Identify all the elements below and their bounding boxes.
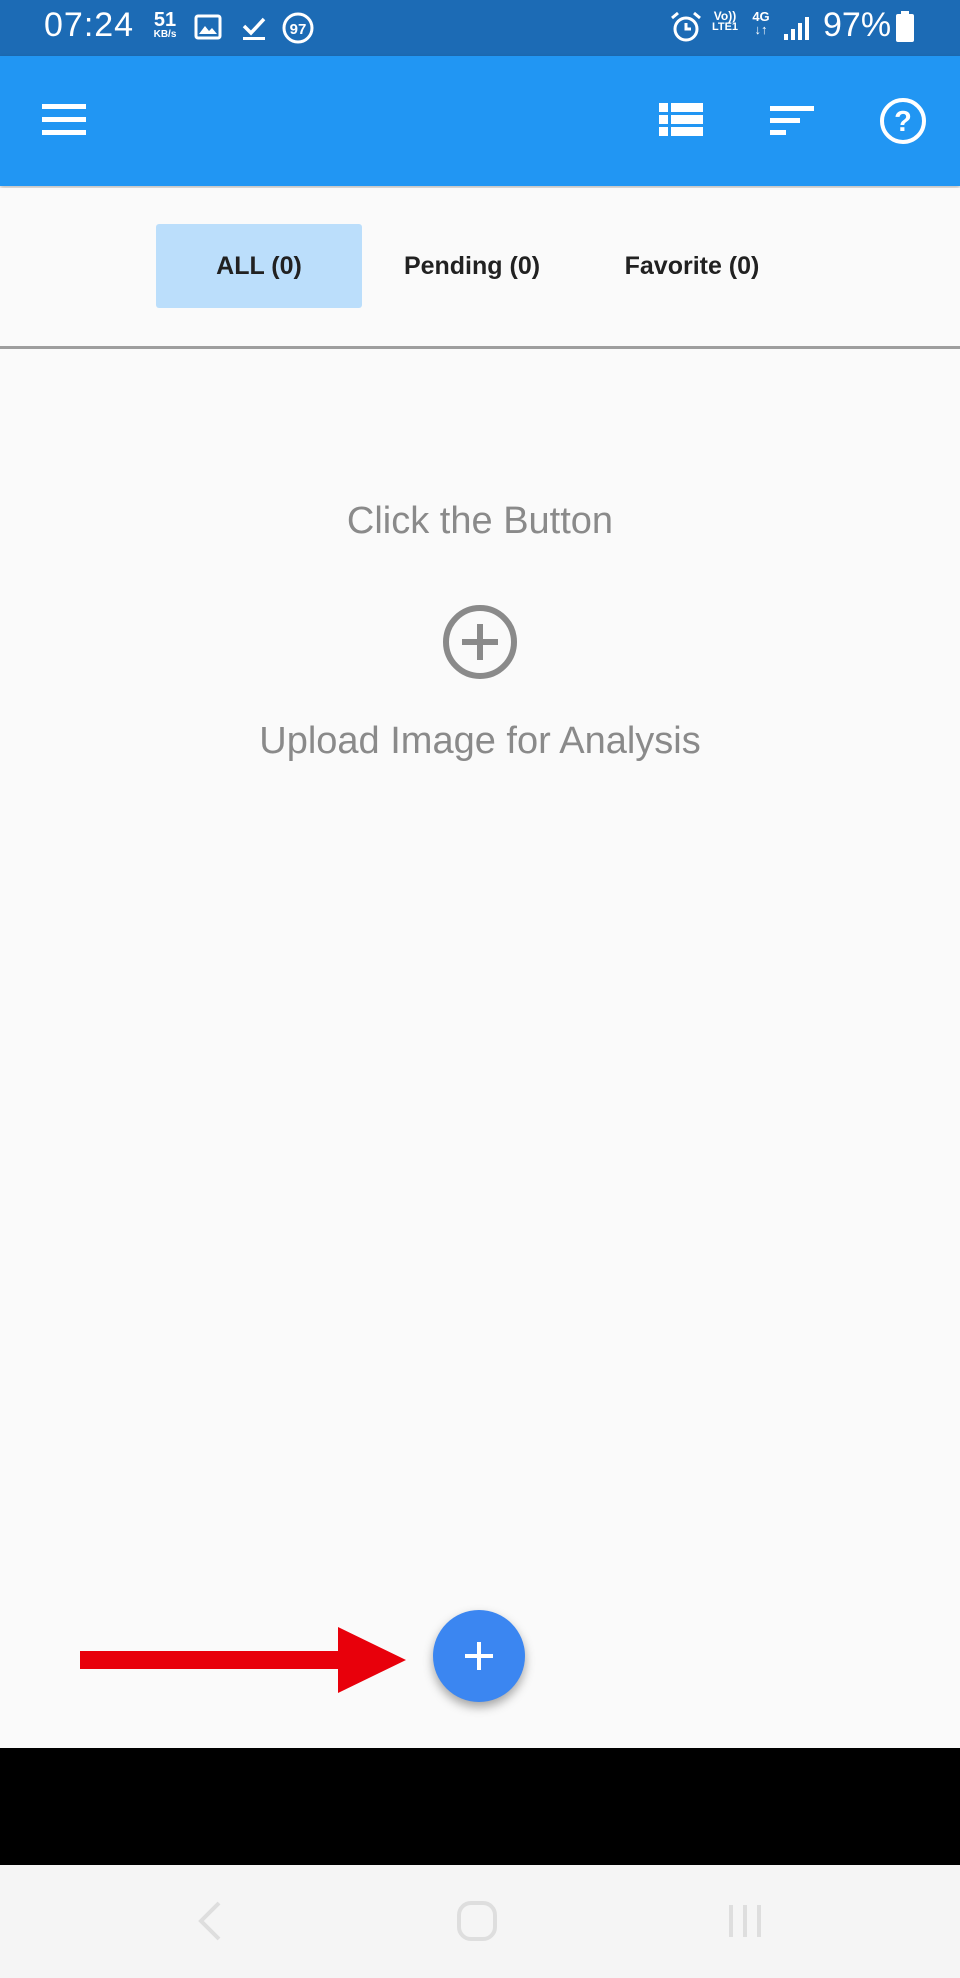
network-speed-indicator: 51 KB/s bbox=[148, 10, 182, 40]
notification-badge-count: 97 bbox=[290, 21, 307, 38]
menu-icon[interactable] bbox=[42, 102, 86, 138]
empty-state-subtitle: Upload Image for Analysis bbox=[259, 720, 701, 762]
network-speed-value: 51 bbox=[153, 9, 177, 31]
status-time: 07:24 bbox=[44, 6, 135, 44]
network-speed-unit: KB/s bbox=[153, 29, 177, 40]
black-area bbox=[0, 1748, 960, 1865]
sort-icon[interactable] bbox=[770, 104, 814, 138]
notification-badge-icon: 97 bbox=[282, 12, 314, 44]
volte-indicator: Vo)) LTE1 bbox=[707, 10, 743, 33]
add-circle-outline-icon bbox=[443, 605, 517, 679]
gallery-icon bbox=[194, 14, 222, 40]
recents-icon[interactable] bbox=[725, 1901, 765, 1941]
tab-pending[interactable]: Pending (0) bbox=[372, 224, 572, 308]
svg-text:?: ? bbox=[894, 106, 912, 138]
volte-bottom-label: LTE1 bbox=[711, 21, 739, 33]
list-view-icon[interactable] bbox=[659, 102, 703, 138]
add-image-fab[interactable] bbox=[433, 1610, 525, 1702]
back-icon[interactable] bbox=[195, 1899, 225, 1943]
network-type-indicator: 4G ↓↑ bbox=[748, 10, 774, 36]
battery-icon bbox=[896, 11, 914, 42]
plus-icon bbox=[465, 1642, 493, 1670]
tab-all[interactable]: ALL (0) bbox=[156, 224, 362, 308]
home-icon[interactable] bbox=[455, 1899, 499, 1943]
status-bar: 07:24 51 KB/s 97 Vo)) LTE1 4G ↓↑ 97% bbox=[0, 0, 960, 56]
data-activity-icon: ↓↑ bbox=[754, 22, 768, 37]
tab-favorite[interactable]: Favorite (0) bbox=[592, 224, 792, 308]
system-navigation-bar bbox=[0, 1865, 960, 1978]
help-icon[interactable]: ? bbox=[878, 96, 928, 146]
download-done-icon bbox=[242, 17, 266, 40]
alarm-icon bbox=[671, 11, 701, 42]
filter-tab-bar: ALL (0) Pending (0) Favorite (0) bbox=[0, 188, 960, 349]
battery-percentage: 97% bbox=[823, 6, 892, 44]
empty-state-title: Click the Button bbox=[346, 500, 614, 542]
red-arrow-annotation bbox=[80, 1627, 406, 1693]
app-bar: ? bbox=[0, 56, 960, 186]
signal-icon bbox=[784, 17, 809, 40]
